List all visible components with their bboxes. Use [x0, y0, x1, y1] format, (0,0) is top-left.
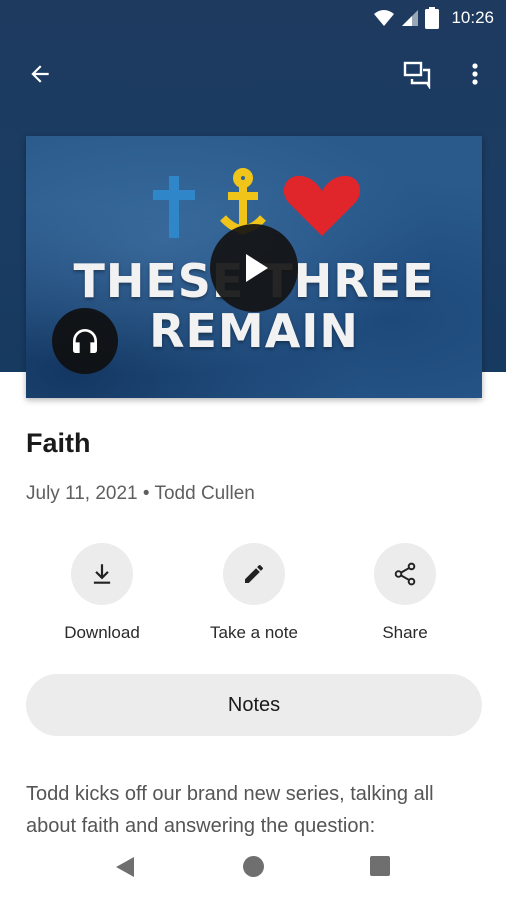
sermon-title: Faith [26, 428, 91, 458]
back-button[interactable] [18, 52, 62, 96]
discussion-button[interactable] [395, 52, 439, 96]
download-label: Download [64, 623, 140, 642]
wifi-icon [374, 10, 395, 26]
nav-home-icon[interactable] [243, 856, 264, 877]
headphones-icon [73, 329, 97, 353]
take-note-action[interactable]: Take a note [179, 543, 329, 643]
pencil-icon [245, 564, 263, 583]
take-note-button[interactable] [223, 543, 285, 605]
more-options-button[interactable] [453, 52, 497, 96]
heart-icon [283, 175, 361, 236]
share-icon [394, 562, 416, 586]
status-icons: 10:26 [373, 7, 494, 29]
share-button[interactable] [374, 543, 436, 605]
notes-button[interactable]: Notes [26, 674, 482, 736]
sermon-description: Todd kicks off our brand new series, tal… [26, 783, 434, 837]
status-time: 10:26 [451, 8, 494, 27]
system-nav-bar [0, 838, 506, 900]
sermon-meta: July 11, 2021 • Todd Cullen [26, 483, 255, 504]
app-bar [0, 50, 506, 98]
nav-back-icon[interactable] [114, 856, 136, 878]
cross-icon [153, 176, 195, 238]
audio-button[interactable] [52, 308, 118, 374]
sermon-artwork[interactable]: THESE THREE REMAIN [26, 136, 482, 398]
battery-icon [425, 7, 440, 29]
more-vert-icon [472, 63, 478, 85]
play-icon [246, 254, 268, 282]
download-action[interactable]: Download [27, 543, 177, 643]
back-arrow-icon [31, 65, 49, 83]
chat-icon [403, 61, 431, 89]
nav-recents-icon[interactable] [370, 856, 390, 876]
share-label: Share [382, 623, 428, 642]
download-icon [93, 564, 111, 584]
take-note-label: Take a note [210, 623, 298, 642]
play-button[interactable] [210, 224, 298, 312]
status-bar: 10:26 [0, 0, 506, 38]
signal-icon [402, 10, 419, 26]
share-action[interactable]: Share [330, 543, 480, 643]
download-button[interactable] [71, 543, 133, 605]
